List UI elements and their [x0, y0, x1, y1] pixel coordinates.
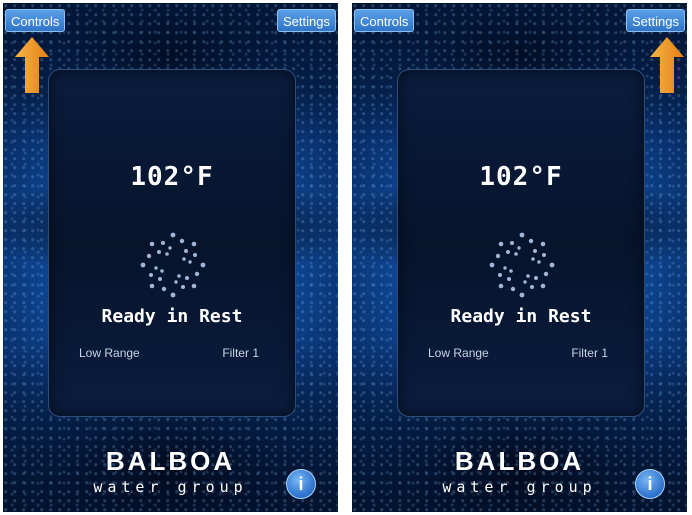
info-button[interactable]: i	[286, 469, 316, 499]
controls-button[interactable]: Controls	[5, 9, 66, 32]
filter-label: Filter 1	[222, 346, 259, 360]
temperature-display: 102°F	[479, 162, 563, 192]
spa-screen-right: Controls Settings 102°F Ready in Rest Lo…	[352, 3, 687, 512]
status-text: Ready in Rest	[450, 306, 592, 327]
status-panel: 102°F Ready in Rest Low Range Filter 1	[48, 69, 296, 417]
status-text: Ready in Rest	[101, 306, 243, 327]
brand-name: BALBOA	[105, 446, 236, 476]
range-label: Low Range	[79, 346, 140, 360]
info-icon: i	[298, 474, 304, 494]
spa-screen-left: Controls Settings 102°F Ready in Rest Lo…	[3, 3, 338, 512]
filter-label: Filter 1	[571, 346, 608, 360]
info-button[interactable]: i	[635, 469, 665, 499]
brand-name: BALBOA	[454, 446, 585, 476]
settings-button[interactable]: Settings	[277, 9, 336, 32]
swirl-icon	[140, 232, 206, 298]
controls-button[interactable]: Controls	[354, 9, 415, 32]
temperature-display: 102°F	[130, 162, 214, 192]
up-arrow-icon	[650, 37, 684, 93]
settings-button[interactable]: Settings	[626, 9, 685, 32]
info-icon: i	[647, 474, 653, 494]
up-arrow-icon	[15, 37, 49, 93]
status-panel: 102°F Ready in Rest Low Range Filter 1	[397, 69, 645, 417]
range-label: Low Range	[428, 346, 489, 360]
swirl-icon	[489, 232, 555, 298]
